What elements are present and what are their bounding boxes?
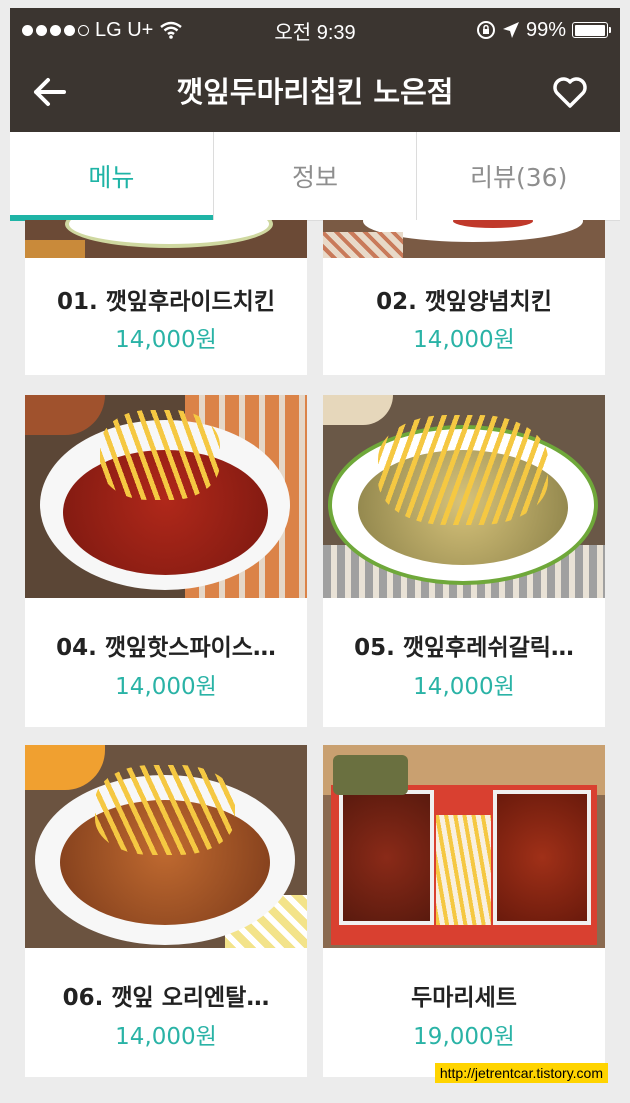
menu-item-name: 02. 깻잎양념치킨 xyxy=(376,289,552,315)
status-right: 99% xyxy=(476,18,611,42)
menu-card[interactable]: 02. 깻잎양념치킨 14,000원 xyxy=(323,220,605,375)
menu-photo xyxy=(25,745,307,948)
menu-card[interactable]: 01. 깻잎후라이드치킨 14,000원 xyxy=(25,220,307,375)
menu-item-price: 14,000원 xyxy=(115,674,217,700)
page-title: 깻잎두마리칩킨 노은점 xyxy=(176,75,454,109)
tab-menu[interactable]: 메뉴 xyxy=(10,132,214,221)
watermark-url: http://jetrentcar.tistory.com xyxy=(434,1063,608,1083)
menu-photo xyxy=(323,395,605,598)
battery-icon xyxy=(572,22,611,38)
tab-info[interactable]: 정보 xyxy=(214,132,418,220)
menu-photo xyxy=(323,220,605,258)
app-header: 깻잎두마리칩킨 노은점 xyxy=(10,52,620,132)
menu-card[interactable]: 05. 깻잎후레쉬갈릭… 14,000원 xyxy=(323,395,605,727)
tab-reviews-label: 리뷰(36) xyxy=(470,163,568,192)
battery-percent: 99% xyxy=(525,18,566,41)
menu-item-price: 14,000원 xyxy=(115,327,217,353)
menu-item-name: 두마리세트 xyxy=(411,985,517,1011)
menu-card[interactable]: 06. 깻잎 오리엔탈… 14,000원 xyxy=(25,745,307,1077)
menu-card[interactable]: 두마리세트 19,000원 xyxy=(323,745,605,1077)
location-arrow-icon xyxy=(502,22,519,38)
menu-item-price: 19,000원 xyxy=(413,1024,515,1050)
menu-item-name: 04. 깻잎핫스파이스… xyxy=(56,635,276,661)
menu-photo xyxy=(25,220,307,258)
tab-bar: 메뉴 정보 리뷰(36) xyxy=(10,132,620,221)
tab-reviews[interactable]: 리뷰(36) xyxy=(417,132,620,220)
heart-icon[interactable] xyxy=(550,72,590,112)
menu-card[interactable]: 04. 깻잎핫스파이스… 14,000원 xyxy=(25,395,307,727)
menu-photo xyxy=(323,745,605,948)
tab-info-label: 정보 xyxy=(292,163,339,192)
menu-photo xyxy=(25,395,307,598)
menu-item-price: 14,000원 xyxy=(115,1024,217,1050)
menu-item-price: 14,000원 xyxy=(413,327,515,353)
rotation-lock-icon xyxy=(476,21,495,39)
menu-item-name: 01. 깻잎후라이드치킨 xyxy=(56,289,276,315)
app-frame: LG U+ 오전 9:39 99% 깻잎두마리칩킨 노은점 메뉴 정보 리뷰(3… xyxy=(10,8,620,1095)
menu-grid: 01. 깻잎후라이드치킨 14,000원 02. 깻잎양념치킨 14,000원 … xyxy=(10,220,620,1095)
tab-menu-label: 메뉴 xyxy=(88,163,135,192)
menu-item-price: 14,000원 xyxy=(413,674,515,700)
status-bar: LG U+ 오전 9:39 99% xyxy=(10,8,620,52)
menu-item-name: 05. 깻잎후레쉬갈릭… xyxy=(354,635,574,661)
menu-item-name: 06. 깻잎 오리엔탈… xyxy=(62,985,270,1011)
